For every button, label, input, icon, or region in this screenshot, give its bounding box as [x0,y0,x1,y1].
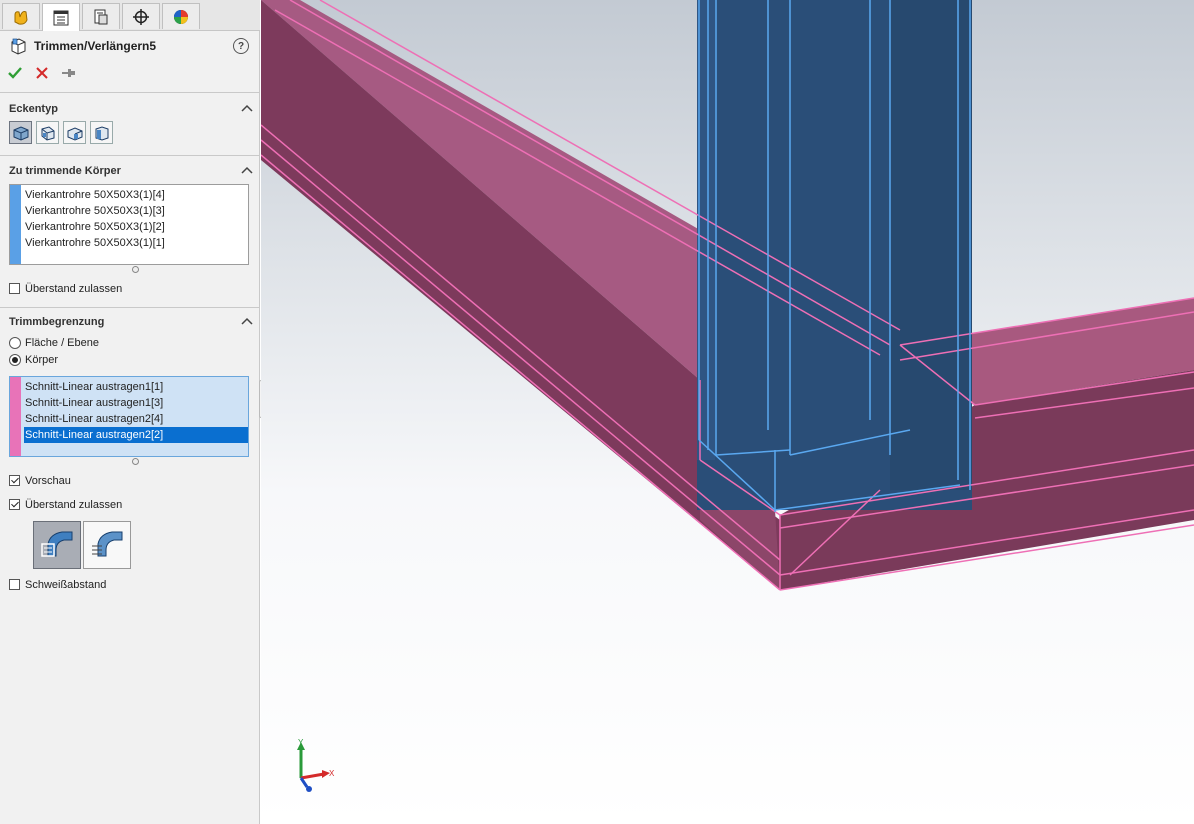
corner-type-end-miter-button[interactable] [36,121,59,144]
separator [0,92,260,93]
vertical-tube-side [890,0,972,490]
preview-checkbox[interactable] [9,475,20,486]
radio-body[interactable] [9,354,21,366]
pushpin-icon [62,69,75,77]
end-miter-icon [41,125,54,141]
graphics-viewport[interactable]: Y X [261,0,1194,824]
close-icon [36,67,48,79]
collapse-chevron-icon[interactable] [241,165,253,175]
model-view[interactable]: Y X [261,0,1194,824]
tab-featuremanager[interactable] [2,3,40,29]
trim-bodies-button[interactable] [33,521,81,569]
help-icon: ? [237,40,245,52]
allow-extension-checkbox-1[interactable] [9,283,20,294]
tab-propertymanager[interactable] [42,3,80,31]
cancel-button[interactable] [35,66,49,80]
triad-x-label: X [329,769,335,778]
allow-extension-label-1: Überstand zulassen [25,283,123,295]
checkmark-icon [8,67,22,79]
collapse-chevron-icon[interactable] [241,316,253,326]
tab-configurationmanager[interactable] [82,3,120,29]
list-item[interactable]: Vierkantrohre 50X50X3(1)[4] [25,187,165,203]
list-item[interactable]: Schnitt-Linear austragen1[3] [25,395,163,411]
displaymanager-tab-icon [174,9,188,24]
pin-button[interactable] [61,66,77,80]
propertymanager-tab-icon [53,10,69,25]
feature-title: Trimmen/Verlängern5 [34,39,157,53]
triad-y-label: Y [298,738,304,747]
dimxpertmanager-tab-icon [133,8,149,25]
list-item[interactable]: Schnitt-Linear austragen2[4] [25,411,163,427]
selection-color-stripe [10,377,21,456]
corner-type-end-butt2-button[interactable] [90,121,113,144]
coped-cut-button[interactable] [83,521,131,569]
list-item[interactable]: Vierkantrohre 50X50X3(1)[1] [25,235,165,251]
separator [0,155,260,156]
preview-label: Vorschau [25,475,71,487]
coped-cut-icon [92,531,123,557]
radio-face-plane[interactable] [9,337,21,349]
tab-displaymanager[interactable] [162,3,200,29]
corner-type-end-trim-button[interactable] [9,121,32,144]
allow-extension-checkbox-2[interactable] [9,499,20,510]
list-resize-grip[interactable] [132,458,139,465]
radio-body-label: Körper [25,354,59,366]
list-resize-grip[interactable] [132,266,139,273]
list-item[interactable]: Schnitt-Linear austragen1[1] [25,379,163,395]
section-trim-boundary-title: Trimmbegrenzung [9,316,105,328]
featuremanager-tab-icon [14,10,28,25]
trim-body-icon [41,531,73,557]
allow-extension-label-2: Überstand zulassen [25,499,123,511]
list-item[interactable]: Vierkantrohre 50X50X3(1)[3] [25,203,165,219]
end-butt1-icon [67,126,82,141]
corner-type-end-butt1-button[interactable] [63,121,86,144]
radio-face-plane-label: Fläche / Ebene [25,337,99,349]
list-item[interactable]: Vierkantrohre 50X50X3(1)[2] [25,219,165,235]
selection-color-stripe [10,185,21,264]
bodies-to-trim-list[interactable]: Vierkantrohre 50X50X3(1)[4] Vierkantrohr… [9,184,249,265]
separator [0,307,260,308]
trim-extend-feature-icon [11,38,26,55]
section-bodies-to-trim-title: Zu trimmende Körper [9,165,121,177]
property-manager-panel: Trimmen/Verlängern5 ? Eckentyp Zu trimme… [0,0,260,824]
weld-gap-label: Schweißabstand [25,579,107,591]
section-corner-type-title: Eckentyp [9,103,58,115]
manager-tabs [0,0,260,31]
configurationmanager-tab-icon [94,9,108,24]
end-butt2-icon [95,125,108,141]
end-trim-icon [13,125,28,141]
weld-gap-checkbox[interactable] [9,579,20,590]
tab-dimxpertmanager[interactable] [122,3,160,29]
help-button[interactable]: ? [233,38,249,54]
trim-boundary-list[interactable]: Schnitt-Linear austragen1[1] Schnitt-Lin… [9,376,249,457]
list-item-selected[interactable]: Schnitt-Linear austragen2[2] [24,427,248,443]
collapse-chevron-icon[interactable] [241,103,253,113]
ok-button[interactable] [7,65,23,81]
